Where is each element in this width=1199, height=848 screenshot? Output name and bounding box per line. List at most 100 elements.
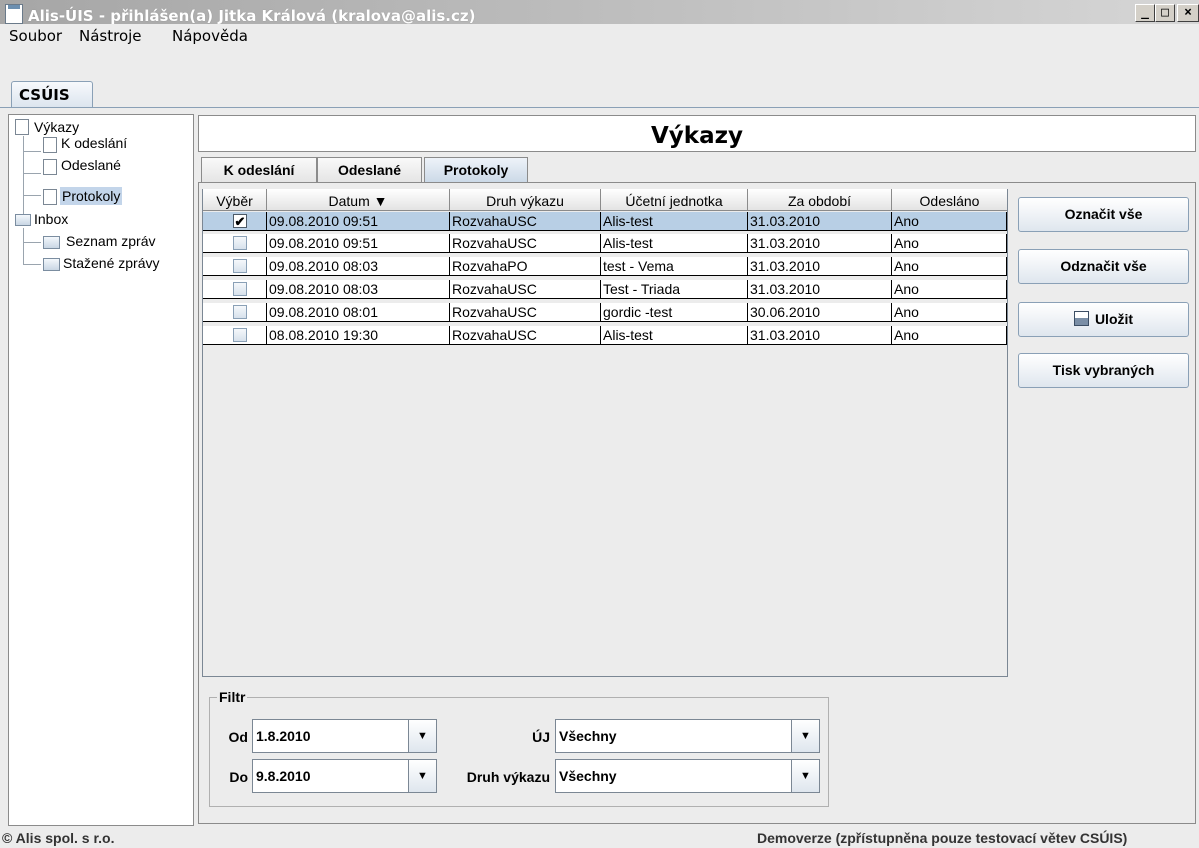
print-selected-button[interactable]: Tisk vybraných [1018, 353, 1189, 388]
floppy-disk-icon [1073, 311, 1089, 326]
tab-divider [0, 107, 1199, 108]
table-cell-select[interactable] [203, 326, 267, 345]
table-cell-odeslano: Ano [892, 257, 1007, 276]
window-title: Alis-ÚIS - přihlášen(a) Jitka Králová (k… [28, 7, 476, 25]
chevron-down-icon[interactable]: ▼ [408, 759, 437, 793]
close-button[interactable]: × [1177, 4, 1199, 22]
table-cell-obdobi: 31.03.2010 [748, 234, 892, 253]
tree-connector [23, 228, 24, 264]
tree-item-k-odeslani[interactable]: K odeslání [61, 134, 127, 152]
maximize-button[interactable]: □ [1155, 4, 1175, 22]
status-copyright: © Alis spol. s r.o. [2, 830, 115, 846]
tree-connector [23, 264, 41, 265]
table-cell-druh: RozvahaUSC [450, 303, 601, 322]
table-cell-odeslano: Ano [892, 212, 1007, 231]
table-cell-obdobi: 31.03.2010 [748, 257, 892, 276]
tree-connector [23, 173, 41, 174]
save-button-label: Uložit [1094, 311, 1134, 327]
page-title: Výkazy [198, 115, 1196, 152]
filter-od-label: Od [228, 729, 248, 745]
table-cell-select[interactable]: ✔ [203, 212, 267, 231]
table-cell-druh: RozvahaPO [450, 257, 601, 276]
column-header-obdobi[interactable]: Za období [748, 189, 892, 211]
chevron-down-icon[interactable]: ▼ [408, 719, 437, 753]
row-checkbox[interactable] [233, 305, 247, 319]
mail-list-icon [43, 236, 60, 249]
filter-do-input[interactable]: 9.8.2010 [252, 759, 409, 793]
app-icon [5, 4, 23, 24]
tab-protokoly[interactable]: Protokoly [424, 157, 528, 184]
table-cell-odeslano: Ano [892, 326, 1007, 345]
table-cell-odeslano: Ano [892, 234, 1007, 253]
row-checkbox[interactable] [233, 259, 247, 273]
tree-item-protokoly[interactable]: Protokoly [60, 187, 123, 205]
tree-item-inbox[interactable]: Inbox [34, 210, 68, 228]
tree-item-odeslane[interactable]: Odeslané [61, 156, 121, 174]
filter-uj-select[interactable]: Všechny [555, 719, 792, 753]
table-cell-druh: RozvahaUSC [450, 212, 601, 231]
row-checkbox[interactable] [233, 282, 247, 296]
row-checkbox[interactable] [233, 328, 247, 342]
table-cell-select[interactable] [203, 234, 267, 253]
row-checkbox[interactable]: ✔ [233, 214, 247, 228]
table-cell-obdobi: 30.06.2010 [748, 303, 892, 322]
mail-download-icon [43, 258, 60, 271]
table-cell-datum: 09.08.2010 08:03 [267, 257, 450, 276]
table-cell-datum: 08.08.2010 19:30 [267, 326, 450, 345]
table-cell-jednotka: gordic -test [601, 303, 748, 322]
table-cell-jednotka: test - Vema [601, 257, 748, 276]
column-header-odeslano[interactable]: Odesláno [892, 189, 1007, 211]
table-cell-odeslano: Ano [892, 280, 1007, 299]
table-cell-datum: 09.08.2010 08:03 [267, 280, 450, 299]
tree-connector [23, 242, 41, 243]
table-cell-druh: RozvahaUSC [450, 234, 601, 253]
menu-napoveda[interactable]: Nápověda [172, 27, 248, 45]
filter-druh-label: Druh výkazu [466, 769, 550, 785]
table-cell-datum: 09.08.2010 09:51 [267, 234, 450, 253]
chevron-down-icon[interactable]: ▼ [791, 719, 820, 753]
save-button[interactable]: Uložit [1018, 302, 1189, 337]
row-checkbox[interactable] [233, 236, 247, 250]
table-cell-jednotka: Alis-test [601, 234, 748, 253]
table-cell-jednotka: Test - Triada [601, 280, 748, 299]
column-header-jednotka[interactable]: Účetní jednotka [601, 189, 748, 211]
document-sent-icon [43, 159, 57, 175]
tree-item-stazene-zpravy[interactable]: Stažené zprávy [63, 254, 160, 272]
deselect-all-button[interactable]: Odznačit vše [1018, 249, 1189, 284]
tab-k-odeslani[interactable]: K odeslání [201, 157, 317, 183]
inbox-icon [15, 214, 31, 226]
tab-odeslane[interactable]: Odeslané [317, 157, 422, 183]
table-cell-druh: RozvahaUSC [450, 326, 601, 345]
filter-od-input[interactable]: 1.8.2010 [252, 719, 409, 753]
document-icon [15, 119, 29, 135]
filter-do-label: Do [229, 769, 248, 785]
table-cell-obdobi: 31.03.2010 [748, 326, 892, 345]
table-cell-jednotka: Alis-test [601, 212, 748, 231]
table-cell-jednotka: Alis-test [601, 326, 748, 345]
tree-item-seznam-zprav[interactable]: Seznam zpráv [66, 232, 155, 250]
menu-nastroje[interactable]: Nástroje [79, 27, 142, 45]
filter-uj-label: ÚJ [532, 729, 550, 745]
select-all-button[interactable]: Označit vše [1018, 197, 1189, 232]
minimize-button[interactable]: _ [1135, 4, 1155, 22]
tree-connector [23, 195, 41, 196]
filter-legend: Filtr [217, 689, 248, 705]
menu-soubor[interactable]: Soubor [9, 27, 62, 45]
column-header-vyber[interactable]: Výběr [203, 189, 267, 211]
table-cell-select[interactable] [203, 280, 267, 299]
document-send-icon [43, 137, 57, 153]
table-cell-obdobi: 31.03.2010 [748, 212, 892, 231]
document-icon [43, 189, 57, 205]
table-cell-obdobi: 31.03.2010 [748, 280, 892, 299]
column-header-druh[interactable]: Druh výkazu [450, 189, 601, 211]
tab-csuis[interactable]: CSÚIS [11, 81, 93, 108]
table-cell-druh: RozvahaUSC [450, 280, 601, 299]
filter-druh-select[interactable]: Všechny [555, 759, 792, 793]
table-cell-datum: 09.08.2010 09:51 [267, 212, 450, 231]
chevron-down-icon[interactable]: ▼ [791, 759, 820, 793]
table-cell-select[interactable] [203, 257, 267, 276]
tree-connector [23, 151, 41, 152]
column-header-datum[interactable]: Datum ▼ [267, 189, 450, 211]
table-cell-select[interactable] [203, 303, 267, 322]
tree-connector [23, 136, 24, 218]
